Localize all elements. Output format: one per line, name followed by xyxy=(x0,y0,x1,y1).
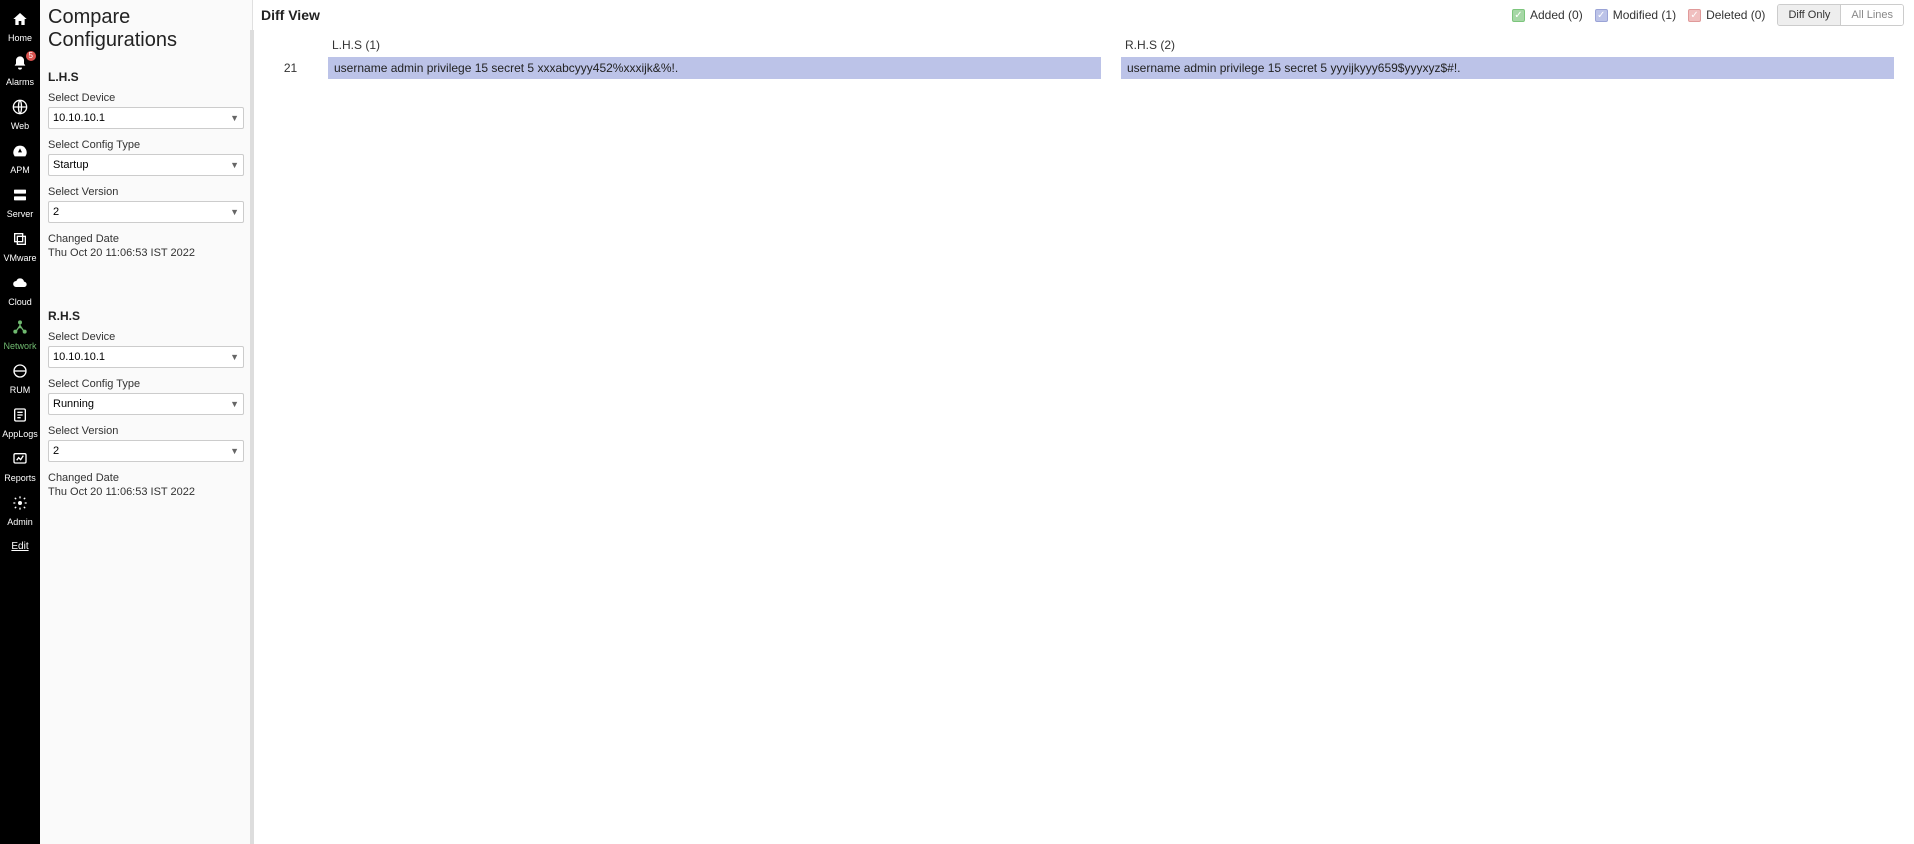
chevron-down-icon: ▼ xyxy=(230,352,239,362)
select-value: 2 xyxy=(53,445,59,457)
rhs-version-select[interactable]: 2 ▼ xyxy=(48,440,244,462)
globe-icon xyxy=(12,99,28,118)
nav-label: RUM xyxy=(10,385,31,395)
network-icon xyxy=(12,319,28,338)
legend-added: ✓ Added (0) xyxy=(1512,8,1583,22)
nav-network[interactable]: Network xyxy=(0,313,40,357)
lhs-version-select[interactable]: 2 ▼ xyxy=(48,201,244,223)
toggle-diff-only[interactable]: Diff Only xyxy=(1778,5,1841,25)
nav-home[interactable]: Home xyxy=(0,5,40,49)
page-title: Compare Configurations xyxy=(48,6,244,60)
check-icon: ✓ xyxy=(1512,9,1525,22)
nav-label: Alarms xyxy=(6,77,34,87)
rhs-version-label: Select Version xyxy=(48,425,244,437)
nav-label: Admin xyxy=(7,517,33,527)
nav-label: Cloud xyxy=(8,297,32,307)
nav-applogs[interactable]: AppLogs xyxy=(0,401,40,445)
rhs-type-label: Select Config Type xyxy=(48,378,244,390)
gear-icon xyxy=(12,495,28,514)
lhs-device-select[interactable]: 10.10.10.1 ▼ xyxy=(48,107,244,129)
nav-label: Web xyxy=(11,121,29,131)
rhs-col-header: R.H.S (2) xyxy=(1121,38,1914,52)
legend-deleted: ✓ Deleted (0) xyxy=(1688,8,1765,22)
nav-label: AppLogs xyxy=(2,429,38,439)
nav-label: Network xyxy=(3,341,36,351)
nav-admin[interactable]: Admin xyxy=(0,489,40,533)
lhs-version-label: Select Version xyxy=(48,186,244,198)
select-value: 2 xyxy=(53,206,59,218)
panel-resize-handle[interactable] xyxy=(250,30,254,844)
rhs-changed-label: Changed Date xyxy=(48,472,244,484)
logs-icon xyxy=(12,407,28,426)
home-icon xyxy=(12,11,28,30)
diff-toggle: Diff Only All Lines xyxy=(1777,4,1904,26)
select-value: Startup xyxy=(53,159,88,171)
config-panel: Compare Configurations L.H.S Select Devi… xyxy=(40,0,253,844)
legend-deleted-label: Deleted (0) xyxy=(1706,8,1765,22)
check-icon: ✓ xyxy=(1688,9,1701,22)
check-icon: ✓ xyxy=(1595,9,1608,22)
stack-icon xyxy=(12,231,28,250)
rhs-type-select[interactable]: Running ▼ xyxy=(48,393,244,415)
nav-label: Server xyxy=(7,209,34,219)
nav-label: Home xyxy=(8,33,32,43)
legend-modified: ✓ Modified (1) xyxy=(1595,8,1676,22)
nav-alarms[interactable]: 5 Alarms xyxy=(0,49,40,93)
alarms-badge: 5 xyxy=(26,51,36,61)
diff-lhs-cell: username admin privilege 15 secret 5 xxx… xyxy=(328,57,1101,79)
diff-row: 21 username admin privilege 15 secret 5 … xyxy=(253,57,1914,79)
rhs-device-select[interactable]: 10.10.10.1 ▼ xyxy=(48,346,244,368)
nav-label: Reports xyxy=(4,473,36,483)
nav-cloud[interactable]: Cloud xyxy=(0,269,40,313)
lhs-col-header: L.H.S (1) xyxy=(328,38,1121,52)
diff-legend: ✓ Added (0) ✓ Modified (1) ✓ Deleted (0)… xyxy=(1512,4,1904,26)
lhs-type-label: Select Config Type xyxy=(48,139,244,151)
nav-edit-link[interactable]: Edit xyxy=(11,541,28,552)
legend-modified-label: Modified (1) xyxy=(1613,8,1676,22)
diff-header: Diff View ✓ Added (0) ✓ Modified (1) ✓ D… xyxy=(253,0,1914,34)
nav-server[interactable]: Server xyxy=(0,181,40,225)
lhs-heading: L.H.S xyxy=(48,70,244,84)
nav-web[interactable]: Web xyxy=(0,93,40,137)
legend-added-label: Added (0) xyxy=(1530,8,1583,22)
line-col-header xyxy=(253,38,328,52)
diff-line-number: 21 xyxy=(253,57,328,79)
globe2-icon xyxy=(12,363,28,382)
diff-column-headers: L.H.S (1) R.H.S (2) xyxy=(253,34,1914,57)
nav-rum[interactable]: RUM xyxy=(0,357,40,401)
side-nav: Home 5 Alarms Web APM Server VMware Clou… xyxy=(0,0,40,844)
nav-reports[interactable]: Reports xyxy=(0,445,40,489)
nav-vmware[interactable]: VMware xyxy=(0,225,40,269)
chevron-down-icon: ▼ xyxy=(230,446,239,456)
cloud-icon xyxy=(12,275,28,294)
diff-title: Diff View xyxy=(261,7,320,23)
lhs-changed-value: Thu Oct 20 11:06:53 IST 2022 xyxy=(48,247,244,259)
gauge-icon xyxy=(12,143,28,162)
lhs-device-label: Select Device xyxy=(48,92,244,104)
rhs-heading: R.H.S xyxy=(48,309,244,323)
diff-rhs-cell: username admin privilege 15 secret 5 yyy… xyxy=(1121,57,1894,79)
chevron-down-icon: ▼ xyxy=(230,113,239,123)
select-value: Running xyxy=(53,398,94,410)
toggle-all-lines[interactable]: All Lines xyxy=(1841,5,1903,25)
diff-view: Diff View ✓ Added (0) ✓ Modified (1) ✓ D… xyxy=(253,0,1914,844)
report-icon xyxy=(12,451,28,470)
select-value: 10.10.10.1 xyxy=(53,351,105,363)
rhs-device-label: Select Device xyxy=(48,331,244,343)
nav-apm[interactable]: APM xyxy=(0,137,40,181)
chevron-down-icon: ▼ xyxy=(230,399,239,409)
select-value: 10.10.10.1 xyxy=(53,112,105,124)
rhs-changed-value: Thu Oct 20 11:06:53 IST 2022 xyxy=(48,486,244,498)
chevron-down-icon: ▼ xyxy=(230,160,239,170)
chevron-down-icon: ▼ xyxy=(230,207,239,217)
nav-label: VMware xyxy=(3,253,36,263)
server-icon xyxy=(12,187,28,206)
nav-label: APM xyxy=(10,165,30,175)
lhs-type-select[interactable]: Startup ▼ xyxy=(48,154,244,176)
lhs-changed-label: Changed Date xyxy=(48,233,244,245)
